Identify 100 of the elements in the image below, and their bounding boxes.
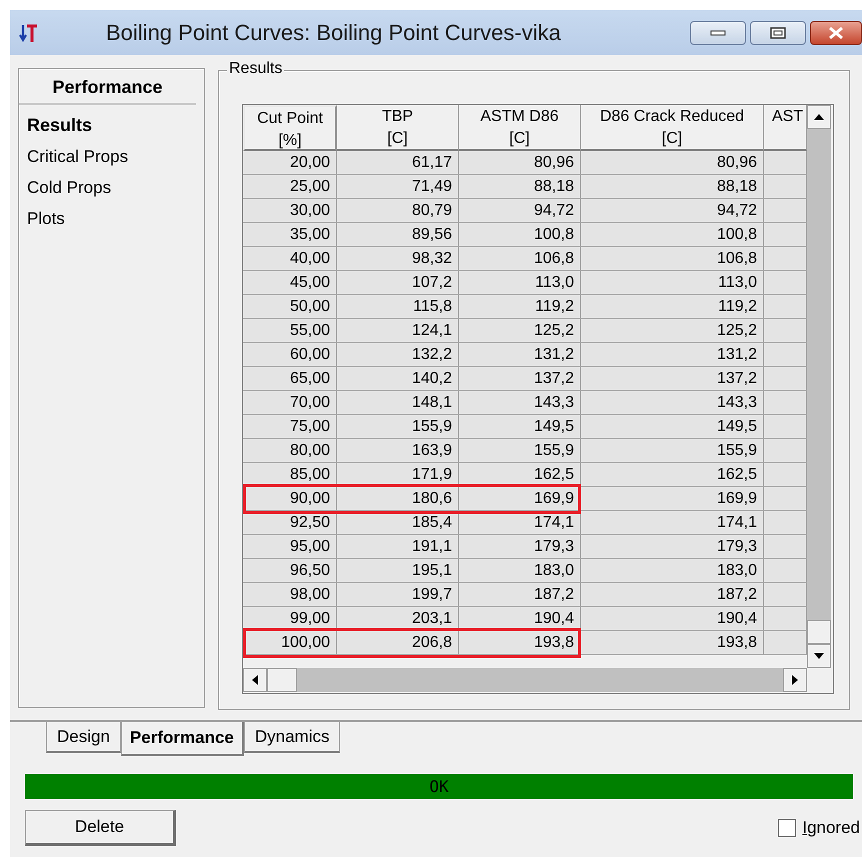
down-arrow-icon[interactable]	[813, 652, 825, 660]
table-cell: 106,8	[459, 247, 581, 271]
table-cell: 95,00	[243, 535, 337, 559]
table-cell: 125,2	[581, 319, 764, 343]
table-cell: 89,56	[337, 223, 459, 247]
sidebar-item[interactable]: Critical Props	[19, 143, 200, 174]
table-cell: 155,9	[337, 415, 459, 439]
table-cell: 183,0	[581, 559, 764, 583]
table-cell: 206,8	[337, 631, 459, 655]
table-cell: 20,00	[243, 151, 337, 175]
table-cell: 132,2	[337, 343, 459, 367]
table-cell: 88,18	[459, 175, 581, 199]
table-cell: 80,79	[337, 199, 459, 223]
table-cell: 125,2	[459, 319, 581, 343]
table-cell	[764, 391, 807, 415]
scroll-left-button[interactable]	[243, 668, 267, 692]
table-cell: 80,00	[243, 439, 337, 463]
table-cell: 155,9	[581, 439, 764, 463]
table-cell: 80,96	[459, 151, 581, 175]
delete-button[interactable]: Delete	[25, 810, 176, 846]
table-cell: 137,2	[459, 367, 581, 391]
horizontal-scrollbar[interactable]	[243, 668, 807, 692]
table-cell: 143,3	[459, 391, 581, 415]
table-cell: 71,49	[337, 175, 459, 199]
checkbox-label[interactable]: Ignored	[802, 818, 860, 838]
table-cell: 30,00	[243, 199, 337, 223]
table-cell: 70,00	[243, 391, 337, 415]
table-cell	[764, 583, 807, 607]
close-icon[interactable]	[828, 26, 844, 40]
table-cell: 119,2	[581, 295, 764, 319]
table-cell: 169,9	[459, 487, 581, 511]
table-cell: 149,5	[581, 415, 764, 439]
table-cell: 179,3	[459, 535, 581, 559]
table-cell: 174,1	[581, 511, 764, 535]
window-title: Boiling Point Curves: Boiling Point Curves-vika	[106, 20, 562, 46]
sidebar-item[interactable]: Cold Props	[19, 174, 200, 205]
maximize-icon[interactable]	[770, 26, 786, 38]
tab[interactable]: Dynamics	[244, 722, 340, 753]
table-cell: 88,18	[581, 175, 764, 199]
table-cell: 113,0	[581, 271, 764, 295]
table-cell: 75,00	[243, 415, 337, 439]
table-cell: 94,72	[581, 199, 764, 223]
table-cell: 106,8	[581, 247, 764, 271]
table-cell	[764, 487, 807, 511]
table-cell: 140,2	[337, 367, 459, 391]
sidebar-header: Performance	[19, 69, 196, 105]
sidebar-item[interactable]: Results	[19, 111, 200, 143]
minimize-button[interactable]	[690, 20, 746, 44]
table-cell: 183,0	[459, 559, 581, 583]
table-cell: 50,00	[243, 295, 337, 319]
table-cell: 60,00	[243, 343, 337, 367]
up-arrow-icon[interactable]	[813, 113, 825, 121]
scroll-right-button[interactable]	[783, 668, 807, 692]
maximize-button[interactable]	[750, 20, 806, 44]
scroll-thumb[interactable]	[807, 620, 831, 644]
table-cell	[764, 439, 807, 463]
table-cell: 40,00	[243, 247, 337, 271]
table-cell: 179,3	[581, 535, 764, 559]
table-cell: 65,00	[243, 367, 337, 391]
table-cell	[764, 415, 807, 439]
minimize-icon[interactable]	[710, 28, 726, 36]
left-arrow-icon[interactable]	[251, 674, 259, 686]
table-cell: 96,50	[243, 559, 337, 583]
close-button[interactable]	[810, 20, 862, 44]
table-cell: 98,32	[337, 247, 459, 271]
table-cell: 187,2	[459, 583, 581, 607]
table-cell	[764, 367, 807, 391]
table-cell	[764, 343, 807, 367]
right-arrow-icon[interactable]	[791, 674, 799, 686]
table-cell: 199,7	[337, 583, 459, 607]
table-cell: 100,8	[459, 223, 581, 247]
table-cell: 193,8	[459, 631, 581, 655]
table-cell: 162,5	[581, 463, 764, 487]
table-cell: 25,00	[243, 175, 337, 199]
table-cell: 115,8	[337, 295, 459, 319]
table-cell	[764, 295, 807, 319]
scroll-down-button[interactable]	[807, 644, 831, 668]
tab[interactable]: Performance	[120, 722, 244, 756]
scroll-up-button[interactable]	[807, 105, 831, 129]
table-cell: 113,0	[459, 271, 581, 295]
table-cell	[764, 247, 807, 271]
table-cell: 55,00	[243, 319, 337, 343]
table-cell: 143,3	[581, 391, 764, 415]
checkbox[interactable]	[778, 819, 796, 837]
sidebar-item[interactable]: Plots	[19, 205, 200, 236]
table-cell: 119,2	[459, 295, 581, 319]
table-cell: 98,00	[243, 583, 337, 607]
table-cell	[764, 559, 807, 583]
table-cell: 124,1	[337, 319, 459, 343]
table-cell: 100,00	[243, 631, 337, 655]
table-cell	[764, 175, 807, 199]
table-cell: 169,9	[581, 487, 764, 511]
vertical-scrollbar[interactable]	[807, 105, 831, 668]
table-cell	[764, 223, 807, 247]
tab[interactable]: Design	[46, 722, 121, 753]
table-cell: 80,96	[581, 151, 764, 175]
table-cell: 61,17	[337, 151, 459, 175]
table-cell	[764, 535, 807, 559]
column-header[interactable]: Cut Point [%]	[243, 105, 337, 151]
scroll-thumb[interactable]	[267, 668, 297, 692]
